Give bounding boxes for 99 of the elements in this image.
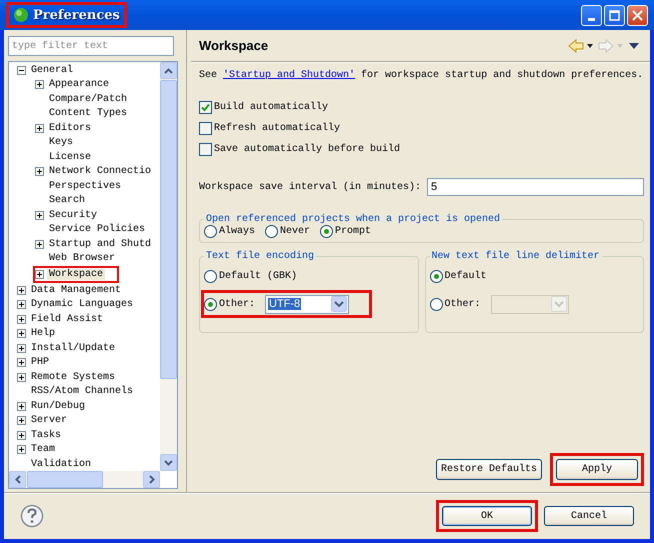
help-icon[interactable]	[20, 504, 44, 528]
tree-item[interactable]: Compare/Patch	[33, 92, 132, 106]
cancel-button[interactable]: Cancel	[544, 506, 634, 526]
maximize-button[interactable]	[604, 4, 625, 26]
tree-item[interactable]: Help	[15, 326, 60, 341]
group-title: Open referenced projects when a project is opened	[205, 214, 502, 225]
scroll-up-button[interactable]	[160, 62, 177, 79]
tree-item[interactable]: Team	[15, 442, 60, 457]
tree-item[interactable]: Dynamic Languages	[15, 298, 138, 312]
view-menu-icon[interactable]	[628, 40, 640, 50]
restore-defaults-button[interactable]: Restore Defaults	[436, 459, 542, 480]
encoding-dropdown[interactable]: UTF-8	[265, 294, 350, 314]
scroll-right-button[interactable]	[143, 471, 160, 488]
radio-button[interactable]	[204, 298, 217, 310]
tree-item[interactable]: Network Connectio	[33, 164, 156, 179]
radio-option[interactable]: Never	[265, 225, 310, 238]
radio-button[interactable]	[204, 270, 217, 282]
radio-button[interactable]	[430, 298, 442, 310]
tree-item[interactable]: RSS/Atom Channels	[15, 384, 138, 399]
filter-field[interactable]: type filter text	[8, 36, 174, 56]
tree-item[interactable]: Validation	[15, 457, 96, 471]
minimize-icon	[588, 18, 595, 20]
expand-icon[interactable]	[35, 80, 44, 90]
expand-icon[interactable]	[35, 167, 44, 176]
expand-icon[interactable]	[17, 344, 26, 353]
tree-item[interactable]: PHP	[15, 356, 54, 370]
scroll-down-button[interactable]	[160, 454, 177, 471]
expand-icon[interactable]	[17, 358, 26, 368]
expand-icon[interactable]	[35, 240, 44, 249]
checkbox-option[interactable]: Save automatically before build	[199, 143, 400, 156]
tree-item[interactable]: Install/Update	[15, 341, 120, 356]
tree-item[interactable]: License	[33, 150, 96, 164]
expand-icon[interactable]	[35, 210, 44, 220]
back-button-icon[interactable]	[568, 38, 594, 52]
tree-item[interactable]: Run/Debug	[15, 399, 90, 414]
tree-item[interactable]: Workspace	[33, 266, 120, 283]
tree-item[interactable]: Content Types	[33, 106, 132, 121]
app-icon	[13, 7, 29, 23]
radio-button[interactable]	[204, 225, 217, 238]
radio-option[interactable]: Always	[204, 225, 256, 238]
radio-option[interactable]: Other:	[204, 298, 256, 310]
ok-button[interactable]: OK	[442, 506, 532, 526]
maximize-icon	[609, 10, 620, 20]
tree-item[interactable]: Keys	[33, 136, 78, 150]
tree-item[interactable]: Server	[15, 414, 72, 428]
group-title: New text file line delimiter	[430, 251, 601, 262]
tree-item[interactable]: Security	[33, 208, 102, 222]
expand-icon[interactable]	[17, 402, 26, 411]
radio-option[interactable]: Other:	[430, 298, 481, 310]
tree-item[interactable]: Search	[33, 194, 90, 208]
collapse-icon[interactable]	[17, 66, 26, 75]
checkbox-option[interactable]: Build automatically	[199, 101, 328, 114]
tree-item[interactable]: Appearance	[33, 78, 114, 92]
tree-item[interactable]: Perspectives	[33, 179, 126, 194]
intro-text: See 'Startup and Shutdown' for workspace startup and shutdown preferences.	[199, 70, 644, 81]
minimize-button[interactable]	[581, 4, 602, 26]
radio-button[interactable]	[430, 270, 442, 282]
tree-item[interactable]: Web Browser	[33, 252, 120, 266]
horizontal-scrollbar[interactable]	[9, 471, 160, 488]
checkbox[interactable]	[199, 143, 212, 156]
checkbox[interactable]	[199, 101, 212, 114]
tree-item[interactable]: Data Management	[15, 283, 126, 298]
apply-button[interactable]: Apply	[556, 459, 638, 480]
expand-icon[interactable]	[17, 300, 26, 310]
page-title: Workspace	[199, 38, 268, 53]
tree-item[interactable]: Startup and Shutd	[33, 237, 156, 252]
checkbox-option[interactable]: Refresh automatically	[199, 122, 340, 135]
group-title: Text file encoding	[205, 251, 316, 262]
expand-icon[interactable]	[17, 445, 26, 454]
radio-option[interactable]: Default (GBK)	[204, 270, 298, 282]
scrollbar-thumb[interactable]	[27, 471, 103, 488]
expand-icon[interactable]	[17, 430, 26, 440]
startup-shutdown-link[interactable]: 'Startup and Shutdown'	[223, 70, 356, 81]
vertical-scrollbar[interactable]	[160, 62, 177, 471]
expand-icon[interactable]	[17, 314, 26, 324]
expand-icon[interactable]	[17, 329, 26, 338]
scrollbar-thumb[interactable]	[160, 80, 177, 379]
radio-option[interactable]: Default	[430, 270, 487, 282]
tree-item[interactable]: Remote Systems	[15, 370, 120, 384]
tree-item[interactable]: Tasks	[15, 428, 66, 442]
expand-icon[interactable]	[17, 372, 26, 382]
interval-field[interactable]: 5	[427, 178, 644, 196]
close-button[interactable]	[627, 4, 648, 26]
scroll-left-button[interactable]	[9, 471, 26, 488]
window-title: Preferences	[33, 8, 120, 22]
expand-icon[interactable]	[17, 286, 26, 295]
radio-button[interactable]	[320, 225, 334, 238]
tree-item[interactable]: General	[15, 63, 78, 78]
tree-item[interactable]: Service Policies	[33, 222, 150, 237]
expand-icon[interactable]	[17, 416, 26, 426]
radio-button[interactable]	[265, 225, 278, 238]
tree-item[interactable]: Field Assist	[15, 312, 108, 326]
checkbox[interactable]	[199, 122, 212, 135]
close-icon	[632, 10, 643, 20]
expand-icon[interactable]	[35, 124, 44, 133]
tree-item[interactable]: Editors	[33, 121, 96, 136]
expand-icon[interactable]	[35, 270, 44, 279]
interval-label: Workspace save interval (in minutes):	[199, 182, 422, 192]
radio-option[interactable]: Prompt	[320, 225, 372, 238]
